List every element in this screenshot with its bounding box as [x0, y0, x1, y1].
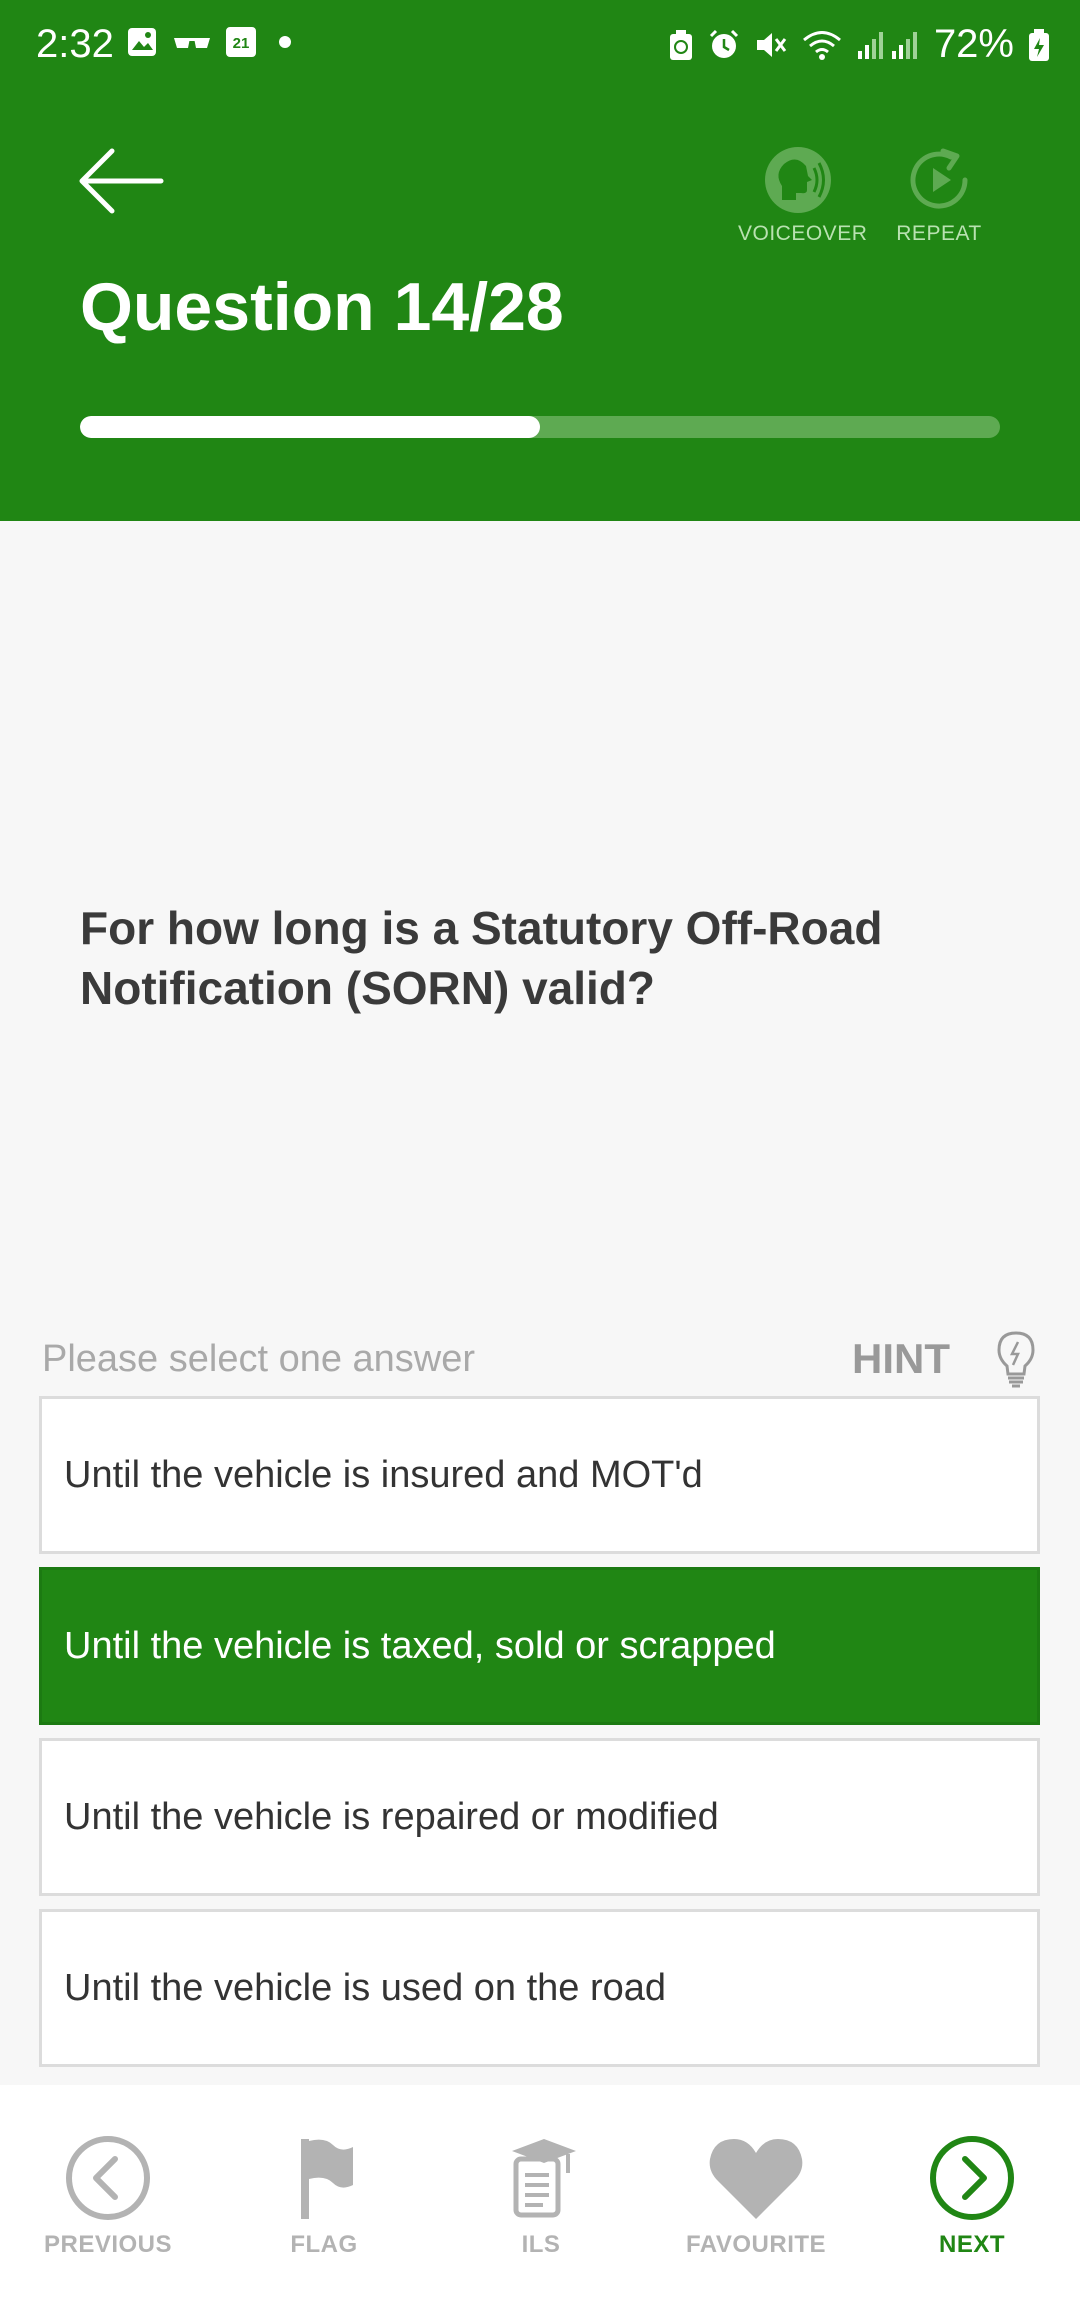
photo-icon	[128, 28, 156, 56]
answer-label: Until the vehicle is taxed, sold or scra…	[64, 1624, 776, 1667]
answer-option[interactable]: Until the vehicle is repaired or modifie…	[39, 1738, 1040, 1896]
ils-button[interactable]: ILS	[446, 2135, 636, 2259]
heart-icon	[709, 2139, 803, 2219]
wifi-icon	[802, 30, 841, 60]
calendar-icon: 21	[226, 27, 256, 57]
voiceover-button[interactable]: VOICEOVER	[738, 146, 868, 246]
battery-icon	[1029, 28, 1049, 61]
alarm-icon	[709, 29, 738, 58]
back-button[interactable]	[78, 148, 164, 214]
flag-label: FLAG	[290, 2231, 358, 2258]
answer-option[interactable]: Until the vehicle is used on the road	[39, 1909, 1040, 2067]
repeat-button[interactable]: REPEAT	[879, 146, 999, 246]
progress-fill	[80, 416, 540, 438]
bottom-nav: PREVIOUS FLAG ILS FAVOURITE NEXT	[0, 2085, 1080, 2316]
dot-icon	[279, 36, 291, 48]
voiceover-label: VOICEOVER	[738, 222, 868, 245]
mute-icon	[756, 32, 787, 57]
calendar-day: 21	[232, 35, 250, 52]
previous-button[interactable]: PREVIOUS	[13, 2135, 203, 2259]
hint-label: HINT	[852, 1335, 950, 1382]
hint-button[interactable]: HINT	[852, 1330, 1036, 1388]
flag-button[interactable]: FLAG	[229, 2135, 419, 2259]
next-icon	[930, 2136, 1014, 2220]
answer-option[interactable]: Until the vehicle is insured and MOT'd	[39, 1396, 1040, 1554]
voiceover-icon	[765, 147, 831, 213]
answer-label: Until the vehicle is used on the road	[64, 1966, 667, 2009]
ils-label: ILS	[521, 2231, 561, 2258]
next-label: NEXT	[938, 2231, 1005, 2258]
repeat-icon	[910, 148, 968, 209]
repeat-label: REPEAT	[896, 222, 982, 245]
question-text: For how long is a Statutory Off-Road Not…	[80, 902, 883, 1014]
signal-icon	[857, 31, 917, 59]
ils-icon	[512, 2139, 576, 2218]
answer-option-selected[interactable]: Until the vehicle is taxed, sold or scra…	[39, 1567, 1040, 1725]
previous-icon	[66, 2136, 150, 2220]
progress-bar	[80, 416, 1000, 438]
status-left-icons: 21	[126, 26, 300, 58]
flag-icon	[301, 2139, 353, 2219]
battery-saver-icon	[669, 29, 692, 60]
favourite-label: FAVOURITE	[685, 2231, 827, 2258]
lightbulb-icon	[997, 1331, 1035, 1388]
select-prompt: Please select one answer	[42, 1338, 476, 1380]
status-bar: 2:32 21 72%	[0, 0, 1080, 90]
answer-label: Until the vehicle is insured and MOT'd	[64, 1453, 703, 1496]
previous-label: PREVIOUS	[43, 2231, 173, 2258]
favourite-button[interactable]: FAVOURITE	[661, 2135, 851, 2259]
glasses-icon	[174, 38, 210, 48]
battery-percent: 72%	[933, 22, 1014, 66]
next-button[interactable]: NEXT	[877, 2135, 1067, 2259]
header: 2:32 21 72% VOICEOVER REPEAT Question 14…	[0, 0, 1080, 521]
status-right-icons: 72%	[668, 22, 1050, 67]
answer-label: Until the vehicle is repaired or modifie…	[64, 1795, 719, 1838]
answer-list: Until the vehicle is insured and MOT'd U…	[39, 1396, 1040, 2080]
status-time: 2:32	[36, 22, 114, 66]
back-arrow-icon	[79, 148, 164, 214]
question-title: Question 14/28	[80, 269, 564, 345]
